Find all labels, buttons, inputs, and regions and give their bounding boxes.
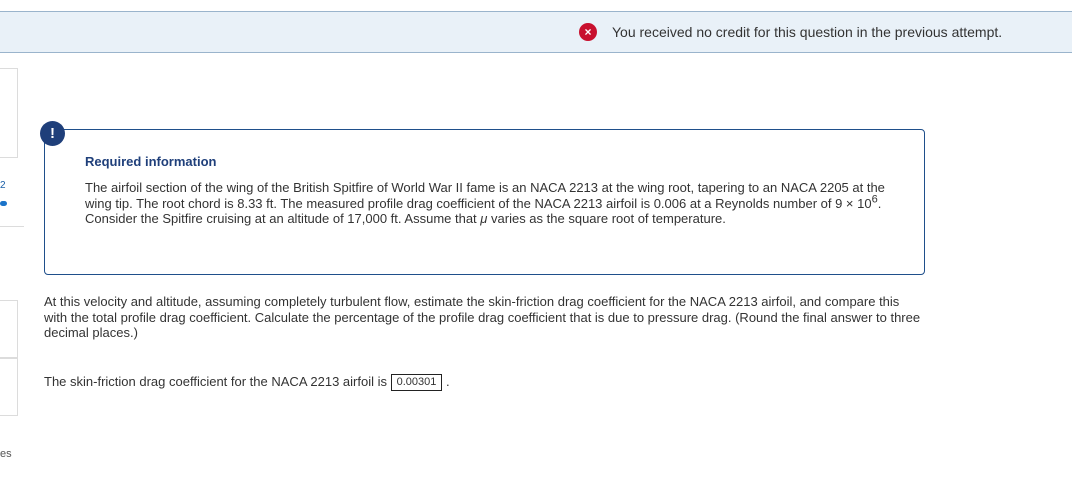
feedback-message: You received no credit for this question…: [612, 24, 1003, 40]
sidebar-label: es: [0, 448, 12, 460]
info-body: The airfoil section of the wing of the B…: [85, 180, 885, 227]
answer-label: The skin-friction drag coefficient for t…: [44, 374, 387, 389]
sidebar-card[interactable]: [0, 358, 18, 416]
x-circle-icon: ×: [579, 23, 597, 41]
sidebar-progress-indicator: [0, 201, 7, 206]
info-title: Required information: [85, 154, 217, 169]
info-text: varies as the square root of temperature…: [487, 211, 726, 226]
answer-suffix: .: [446, 374, 450, 389]
feedback-banner: × You received no credit for this questi…: [0, 11, 1072, 53]
sidebar-card[interactable]: [0, 68, 18, 158]
sidebar-divider: [0, 226, 24, 227]
answer-input[interactable]: 0.00301: [390, 374, 443, 391]
question-text: At this velocity and altitude, assuming …: [44, 294, 921, 340]
alert-icon: !: [40, 121, 65, 146]
sidebar-card[interactable]: [0, 300, 18, 358]
page: × You received no credit for this questi…: [0, 0, 1072, 493]
answer-row: The skin-friction drag coefficient for t…: [44, 374, 450, 391]
sidebar-mark: 2: [0, 180, 6, 191]
info-text: The airfoil section of the wing of the B…: [85, 180, 885, 211]
